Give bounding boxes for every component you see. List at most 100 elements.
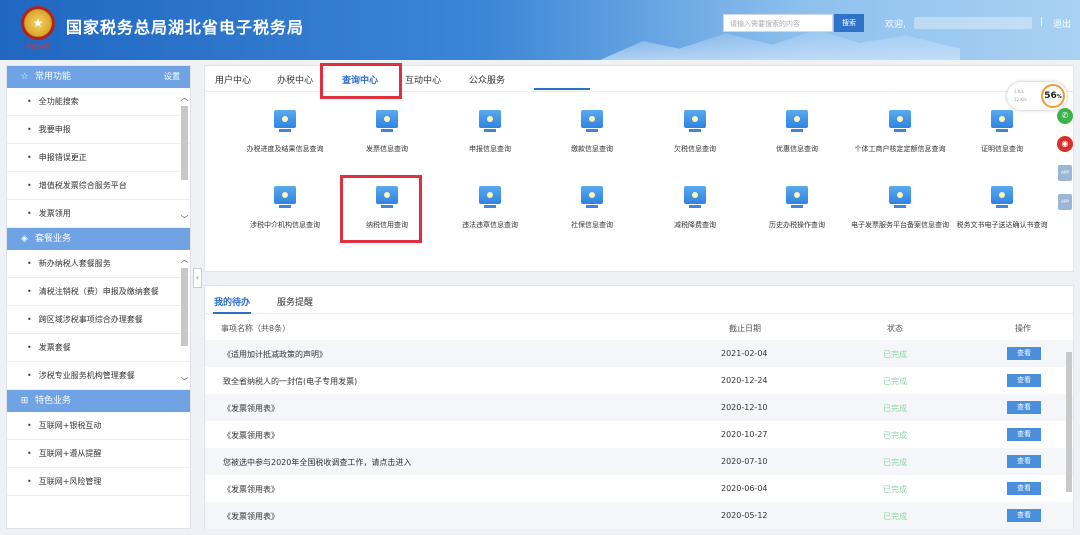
sidebar-section-package[interactable]: ◈ 套餐业务 [7, 228, 190, 250]
service-item[interactable]: 发票信息查询 [337, 110, 437, 154]
view-button[interactable]: 查看 [1007, 509, 1041, 522]
view-button[interactable]: 查看 [1007, 347, 1041, 360]
service-item[interactable]: 违法违章信息查询 [440, 186, 540, 230]
service-item[interactable]: 减税降费查询 [645, 186, 745, 230]
sidebar: ☆ 常用功能 设置 全功能搜索 我要申报 申报错误更正 增值税发票综合服务平台 发… [6, 65, 191, 529]
monitor-icon [991, 186, 1013, 204]
network-speed-widget[interactable]: 1 K/s 12 K/s 56% [1007, 82, 1067, 110]
service-label: 欠税信息查询 [674, 145, 716, 153]
item-name[interactable]: 《适用加计抵减政策的声明》 [223, 349, 327, 360]
percent-unit: % [1056, 94, 1062, 100]
monitor-stand [484, 129, 496, 132]
sidebar-item[interactable]: 清税注销税（费）申报及缴纳套餐 [7, 278, 190, 306]
status-text: 已完成 [883, 431, 907, 440]
item-name[interactable]: 《发票领用表》 [223, 484, 279, 495]
chevron-up-icon[interactable]: ︿ [180, 92, 189, 103]
monitor-icon [581, 186, 603, 204]
view-button[interactable]: 查看 [1007, 428, 1041, 441]
service-label: 优惠信息查询 [776, 145, 818, 153]
deadline-date: 2021-02-04 [721, 349, 768, 358]
scrollbar-thumb[interactable] [181, 268, 188, 346]
item-name[interactable]: 《发票领用表》 [223, 511, 279, 522]
header-deadline: 截止日期 [729, 324, 761, 333]
service-item[interactable]: 历史办税操作查询 [747, 186, 847, 230]
settings-link[interactable]: 设置 [164, 66, 180, 88]
monitor-icon [889, 110, 911, 128]
service-item[interactable]: 申报信息查询 [440, 110, 540, 154]
table-row: 《发票领用表》 2020-10-27 已完成 查看 [205, 421, 1073, 448]
tab-service-reminder[interactable]: 服务提醒 [277, 295, 313, 308]
monitor-stand [279, 129, 291, 132]
weibo-icon[interactable]: ◉ [1057, 136, 1073, 152]
table-row: 《发票领用表》 2020-12-10 已完成 查看 [205, 394, 1073, 421]
monitor-stand [791, 205, 803, 208]
tab-my-todo[interactable]: 我的待办 [214, 295, 250, 308]
todo-table-scrollbar[interactable] [1065, 340, 1073, 526]
view-button[interactable]: 查看 [1007, 374, 1041, 387]
common-menu-scrollbar[interactable]: ︿ ﹀ [180, 88, 189, 228]
logout-link[interactable]: 退出 [1053, 17, 1071, 30]
view-button[interactable]: 查看 [1007, 482, 1041, 495]
sidebar-item[interactable]: 全功能搜索 [7, 88, 190, 116]
sidebar-item[interactable]: 互联网+银税互动 [7, 412, 190, 440]
sidebar-item[interactable]: 增值税发票综合服务平台 [7, 172, 190, 200]
scrollbar-thumb[interactable] [1066, 352, 1072, 492]
view-button[interactable]: 查看 [1007, 455, 1041, 468]
sidebar-item[interactable]: 发票领用 [7, 200, 190, 228]
view-button[interactable]: 查看 [1007, 401, 1041, 414]
service-item[interactable]: 社保信息查询 [542, 186, 642, 230]
app-download-icon[interactable]: APP [1058, 165, 1072, 181]
sidebar-section-special[interactable]: ⊞ 特色业务 [7, 390, 190, 412]
monitor-stand [484, 205, 496, 208]
bottom-tabs: 我的待办 服务提醒 [205, 286, 1073, 314]
tab-tax-center[interactable]: 办税中心 [277, 73, 313, 86]
sidebar-item[interactable]: 发票套餐 [7, 334, 190, 362]
service-item[interactable]: 证明信息查询 [952, 110, 1052, 154]
logo-subtext: 中国税务 [25, 44, 50, 51]
monitor-icon [376, 110, 398, 128]
sidebar-item[interactable]: 我要申报 [7, 116, 190, 144]
sidebar-item[interactable]: 互联网+遵从提醒 [7, 440, 190, 468]
todo-table-body: 《适用加计抵减政策的声明》 2021-02-04 已完成 查看 致全省纳税人的一封信(电… [205, 340, 1073, 529]
app-download-icon-2[interactable]: APP [1058, 194, 1072, 210]
item-name[interactable]: 《发票领用表》 [223, 403, 279, 414]
table-row: 《适用加计抵减政策的声明》 2021-02-04 已完成 查看 [205, 340, 1073, 367]
service-item[interactable]: 缴款信息查询 [542, 110, 642, 154]
section-title: 特色业务 [35, 396, 72, 406]
service-label: 违法违章信息查询 [462, 221, 518, 229]
service-item[interactable]: 个体工商户核定定额信息查询 [850, 110, 950, 154]
service-label: 发票信息查询 [366, 145, 408, 153]
search-input[interactable]: 请输入需要搜索的内容 [723, 14, 833, 32]
tab-public-service[interactable]: 公众服务 [469, 73, 505, 86]
service-item[interactable]: 电子发票服务平台备案信息查询 [850, 186, 950, 230]
wechat-icon[interactable]: ✆ [1057, 108, 1073, 124]
scrollbar-thumb[interactable] [181, 106, 188, 180]
chevron-down-icon[interactable]: ﹀ [180, 214, 189, 225]
upload-speed: 1 K/s [1014, 89, 1024, 94]
service-item[interactable]: 办税进度及结果信息查询 [235, 110, 335, 154]
sidebar-section-common[interactable]: ☆ 常用功能 设置 [7, 66, 190, 88]
service-item[interactable]: 优惠信息查询 [747, 110, 847, 154]
item-name[interactable]: 《发票领用表》 [223, 430, 279, 441]
chevron-down-icon[interactable]: ﹀ [180, 376, 189, 387]
service-label: 电子发票服务平台备案信息查询 [851, 221, 949, 229]
service-item[interactable]: 税务文书电子送达确认书查询 [952, 186, 1052, 230]
chevron-up-icon[interactable]: ︿ [180, 254, 189, 265]
item-name[interactable]: 致全省纳税人的一封信(电子专用发票) [223, 376, 357, 387]
monitor-stand [996, 205, 1008, 208]
item-name[interactable]: 您被选中参与2020年全国税收调查工作，请点击进入 [223, 457, 411, 468]
service-item[interactable]: 欠税信息查询 [645, 110, 745, 154]
sidebar-item[interactable]: 新办纳税人套餐服务 [7, 250, 190, 278]
sidebar-item[interactable]: 互联网+风险管理 [7, 468, 190, 496]
search-button[interactable]: 搜索 [834, 14, 864, 32]
monitor-icon [274, 110, 296, 128]
package-menu-scrollbar[interactable]: ︿ ﹀ [180, 250, 189, 390]
sidebar-collapse-button[interactable]: ‹ [193, 268, 202, 288]
sidebar-item[interactable]: 跨区域涉税事项综合办理套餐 [7, 306, 190, 334]
service-item[interactable]: 涉税中介机构信息查询 [235, 186, 335, 230]
tab-interaction-center[interactable]: 互动中心 [405, 73, 441, 86]
tab-user-center[interactable]: 用户中心 [215, 73, 251, 86]
sidebar-item[interactable]: 涉税专业服务机构管理套餐 [7, 362, 190, 390]
section-title: 套餐业务 [35, 234, 72, 244]
sidebar-item[interactable]: 申报错误更正 [7, 144, 190, 172]
